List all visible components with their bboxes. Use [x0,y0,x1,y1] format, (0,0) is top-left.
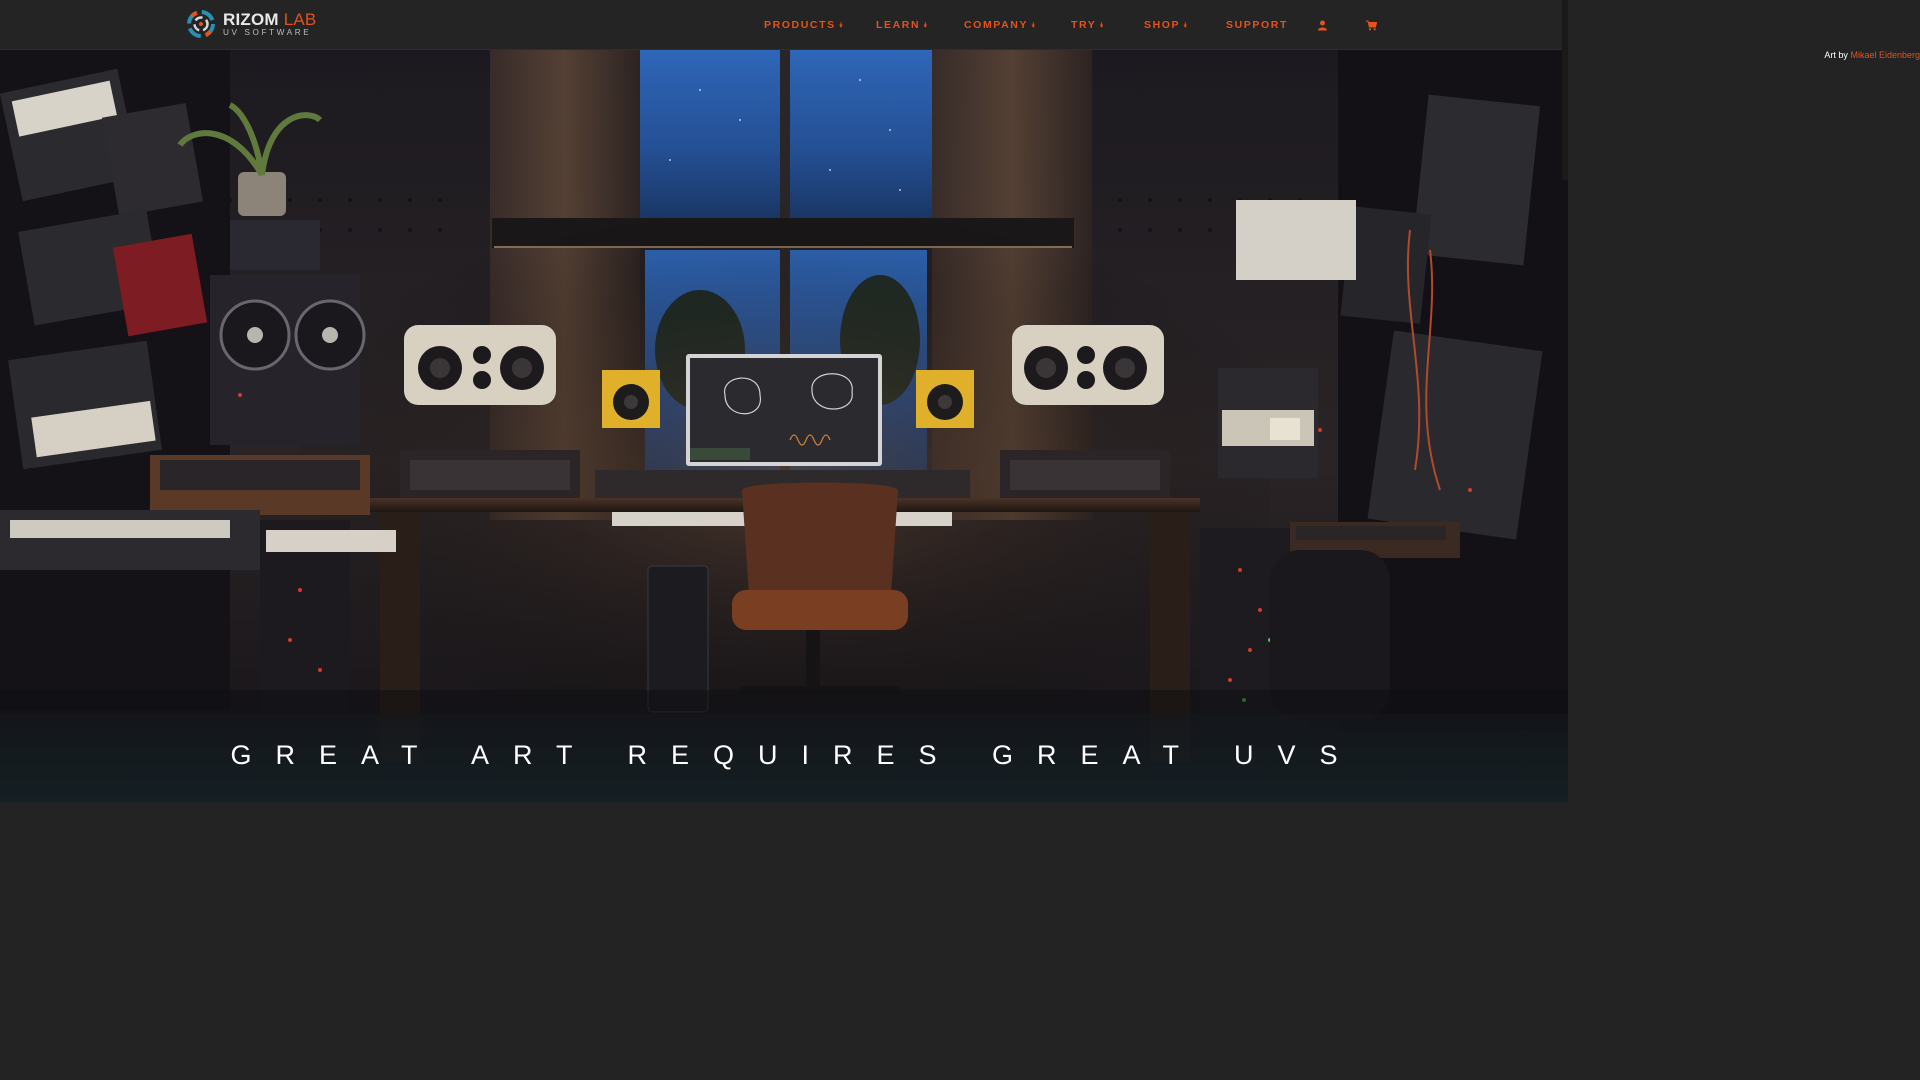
art-credit-prefix: Art by [1824,50,1848,60]
nav-item-label: SUPPORT [1226,19,1288,31]
nav-item-label: SHOP [1144,19,1181,31]
chevron-down-icon: ⯯ [1183,22,1188,29]
nav-item-shop[interactable]: SHOP ⯯ [1144,19,1187,31]
nav-item-try[interactable]: TRY ⯯ [1071,19,1104,31]
page-scrollbar[interactable] [1562,0,1568,180]
nav-item-label: COMPANY [964,19,1029,31]
hero-tagline: GREAT ART REQUIRES GREAT UVS [230,740,1362,770]
music-studio-illustration [0,50,1568,802]
chevron-down-icon: ⯯ [1099,22,1104,29]
user-icon[interactable] [1318,18,1327,36]
hero-banner [0,50,1568,802]
chevron-down-icon: ⯯ [923,22,928,29]
nav-item-label: PRODUCTS [764,19,836,31]
nav-item-support[interactable]: SUPPORT [1226,19,1288,31]
page-bottom-strip [0,802,1568,882]
nav-item-company[interactable]: COMPANY ⯯ [964,19,1035,31]
art-credit-artist-link[interactable]: Mikael Eidenberg [1850,50,1920,60]
cart-icon[interactable] [1366,18,1378,36]
nav-item-label: LEARN [876,19,921,31]
chevron-down-icon: ⯯ [838,22,843,29]
art-credit: Art by Mikael Eidenberg [1824,50,1920,60]
nav-item-label: TRY [1071,19,1097,31]
nav-item-learn[interactable]: LEARN ⯯ [876,19,927,31]
chevron-down-icon: ⯯ [1031,22,1036,29]
nav-item-products[interactable]: PRODUCTS ⯯ [764,19,843,31]
site-header: RIZOM LAB UV SOFTWARE PRODUCTS ⯯ LEARN ⯯ C… [0,0,1568,180]
main-nav: PRODUCTS ⯯ LEARN ⯯ COMPANY ⯯ TRY ⯯ SHOP ⯯ SUP… [0,0,1568,50]
